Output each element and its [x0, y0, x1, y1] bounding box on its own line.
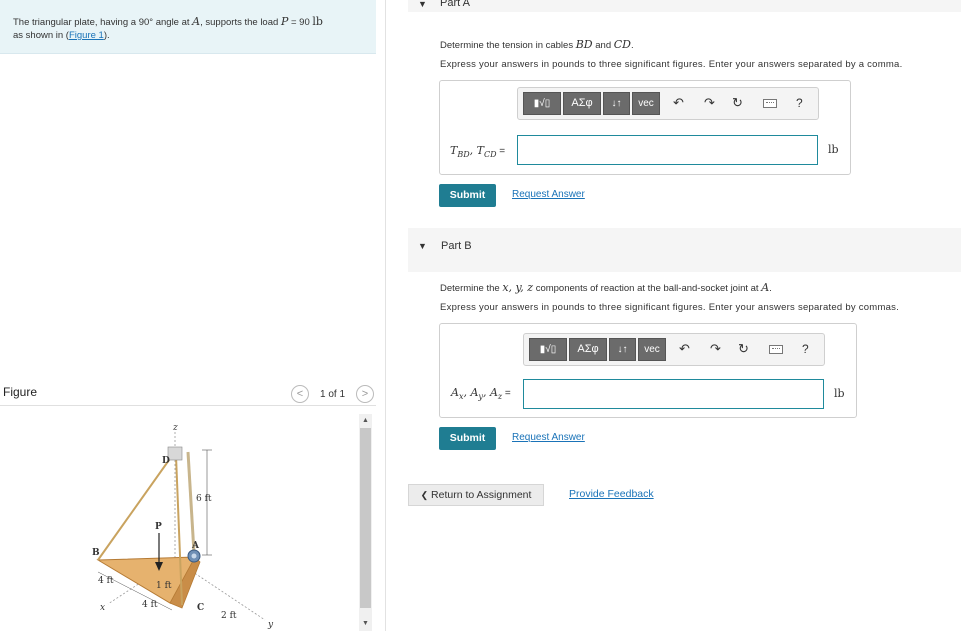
part-b-submit-button[interactable]: Submit — [439, 427, 496, 450]
d-bracket — [167, 446, 183, 461]
lower-4ft-label: 4 ft — [142, 600, 158, 610]
reset-icon[interactable]: ↻ — [738, 341, 749, 357]
cable-bd — [97, 452, 175, 561]
part-b-instructions: Express your answers in pounds to three … — [440, 302, 900, 313]
vector-button[interactable]: vec — [638, 338, 666, 361]
part-a-submit-button[interactable]: Submit — [439, 184, 496, 207]
provide-feedback-link[interactable]: Provide Feedback — [569, 488, 654, 500]
x-axis-label: x — [100, 603, 105, 613]
part-a-caret-icon[interactable]: ▼ — [418, 0, 427, 9]
figure-counter: 1 of 1 — [320, 389, 346, 400]
part-a-equation-toolbar: ▮√▯ ΑΣφ ↓↑ vec ↶ ↷ ↻ ? — [517, 87, 819, 120]
point-b-label: B — [92, 548, 100, 558]
part-b-unit: lb — [834, 387, 845, 400]
ball-socket-center — [191, 553, 197, 559]
templates-button[interactable]: ▮√▯ — [529, 338, 567, 361]
greek-button[interactable]: ΑΣφ — [569, 338, 607, 361]
next-figure-button[interactable]: > — [356, 385, 374, 403]
previous-figure-button[interactable]: < — [291, 385, 309, 403]
support-pole — [186, 451, 196, 554]
part-a-answer-input[interactable] — [517, 135, 818, 165]
part-b-header[interactable] — [408, 228, 961, 272]
subscript-button[interactable]: ↓↑ — [609, 338, 636, 361]
load-p-label: P — [155, 522, 162, 532]
help-icon[interactable]: ? — [802, 341, 809, 357]
part-b-answer-box: ▮√▯ ΑΣφ ↓↑ vec ↶ ↷ ↻ ? Ax, Ay, Az = lb — [439, 323, 857, 418]
vector-button[interactable]: vec — [632, 92, 660, 115]
part-b-equation-toolbar: ▮√▯ ΑΣφ ↓↑ vec ↶ ↷ ↻ ? — [523, 333, 825, 366]
figure-divider — [0, 405, 376, 406]
figure-heading: Figure — [3, 385, 38, 399]
height-label: 6 ft — [196, 494, 212, 504]
part-a-header[interactable] — [408, 0, 961, 12]
point-c-label: C — [197, 603, 204, 613]
redo-icon[interactable]: ↷ — [704, 95, 715, 111]
part-a-request-answer-link[interactable]: Request Answer — [512, 189, 585, 200]
return-to-assignment-label: Return to Assignment — [431, 489, 532, 501]
subscript-button[interactable]: ↓↑ — [603, 92, 630, 115]
part-b-caret-icon[interactable]: ▼ — [418, 241, 427, 251]
keyboard-icon[interactable] — [763, 99, 777, 108]
scrollbar-thumb[interactable] — [360, 428, 371, 608]
point-a-label: A — [191, 541, 200, 551]
chevron-left-icon: ❮ — [420, 490, 429, 500]
part-b-answer-label: Ax, Ay, Az = — [451, 386, 511, 401]
part-a-instructions: Express your answers in pounds to three … — [440, 59, 903, 70]
y-axis-label: y — [267, 620, 274, 630]
part-b-title[interactable]: Part B — [441, 240, 472, 252]
part-b-request-answer-link[interactable]: Request Answer — [512, 432, 585, 443]
redo-icon[interactable]: ↷ — [710, 341, 721, 357]
scroll-down-icon[interactable]: ▼ — [362, 620, 369, 627]
part-b-question: Determine the x, y, z components of reac… — [440, 281, 772, 294]
figure-image: z D 6 ft P B A 4 ft 1 ft 4 ft C 2 ft x y — [92, 423, 274, 630]
scroll-up-icon[interactable]: ▲ — [362, 417, 369, 424]
part-a-answer-box: ▮√▯ ΑΣφ ↓↑ vec ↶ ↷ ↻ ? TBD, TCD = lb — [439, 80, 851, 175]
problem-statement: The triangular plate, having a 90° angle… — [13, 15, 323, 41]
figure-link[interactable]: Figure 1 — [69, 30, 104, 41]
two-ft-label: 2 ft — [221, 611, 237, 621]
return-to-assignment-button[interactable]: ❮ Return to Assignment — [408, 484, 544, 506]
part-a-question: Determine the tension in cables BD and C… — [440, 38, 634, 51]
z-axis-label: z — [172, 423, 178, 433]
help-icon[interactable]: ? — [796, 95, 803, 111]
left-4ft-label: 4 ft — [98, 576, 114, 586]
reset-icon[interactable]: ↻ — [732, 95, 743, 111]
one-ft-label: 1 ft — [156, 581, 172, 591]
undo-icon[interactable]: ↶ — [673, 95, 684, 111]
templates-button[interactable]: ▮√▯ — [523, 92, 561, 115]
point-d-label: D — [162, 456, 170, 466]
pane-divider — [385, 0, 386, 631]
part-a-unit: lb — [828, 143, 839, 156]
part-a-answer-label: TBD, TCD = — [450, 144, 506, 159]
keyboard-icon[interactable] — [769, 345, 783, 354]
greek-button[interactable]: ΑΣφ — [563, 92, 601, 115]
undo-icon[interactable]: ↶ — [679, 341, 690, 357]
part-a-title[interactable]: Part A — [440, 0, 470, 9]
part-b-answer-input[interactable] — [523, 379, 824, 409]
